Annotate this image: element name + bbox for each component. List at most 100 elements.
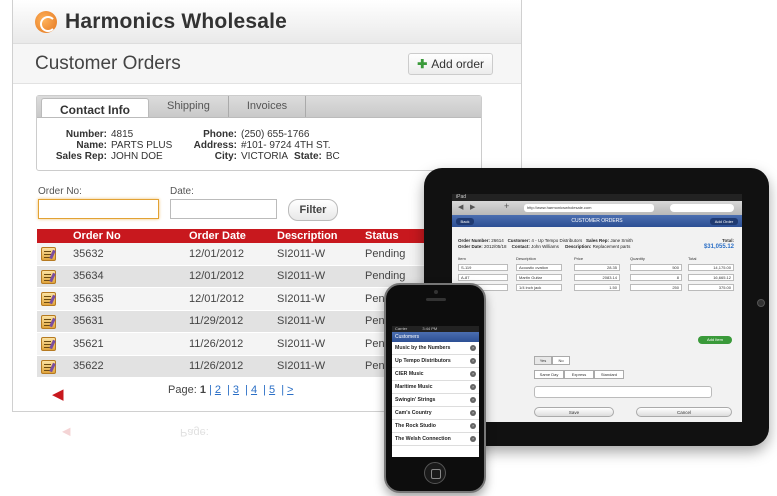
pagination: Page: 1 | 2 | 3 | 4 | 5 | > bbox=[168, 384, 294, 396]
tab-contact-info[interactable]: Contact Info bbox=[41, 98, 149, 117]
order-date: 12/01/2012 bbox=[189, 292, 245, 305]
ipad-search-field[interactable] bbox=[670, 204, 734, 212]
ipad-yes-toggle[interactable]: Yes bbox=[534, 356, 552, 365]
ip-items-header: Item Description Price Quantity Total bbox=[458, 256, 736, 263]
ip-total-amount: $31,055.12 bbox=[703, 244, 734, 250]
back-arrow-icon[interactable]: ◀ bbox=[52, 385, 64, 403]
date-label: Date: bbox=[170, 186, 194, 197]
order-date: 11/29/2012 bbox=[189, 315, 244, 328]
order-date: 12/01/2012 bbox=[189, 247, 245, 260]
ip-order-date: 2012/05/18 bbox=[484, 244, 507, 249]
order-description: SI2011-W bbox=[277, 292, 326, 305]
ip-order-number: 26614 bbox=[491, 238, 504, 243]
edit-order-icon[interactable] bbox=[41, 337, 56, 351]
browser-forward-icon[interactable]: ▶ bbox=[470, 203, 475, 211]
ip-item-code[interactable]: S-119 bbox=[458, 264, 508, 271]
filter-button[interactable]: Filter bbox=[288, 199, 338, 221]
edit-order-icon[interactable] bbox=[41, 247, 56, 261]
header-status: Status bbox=[365, 230, 399, 242]
name-value: PARTS PLUS bbox=[111, 140, 173, 151]
page-label: Page: bbox=[168, 384, 197, 396]
edit-order-icon[interactable] bbox=[41, 359, 56, 374]
table-row[interactable]: 35621 11/26/2012 SI2011-W Penc bbox=[37, 333, 437, 356]
customer-list-item[interactable]: Music by the Numbers › bbox=[392, 342, 479, 355]
ip-item-qty[interactable]: 8 bbox=[630, 274, 682, 281]
browser-add-icon[interactable]: + bbox=[504, 201, 509, 211]
ipad-nav-title: CUSTOMER ORDERS bbox=[571, 218, 623, 224]
page-link-4[interactable]: 4 bbox=[251, 384, 257, 396]
table-row[interactable]: 35634 12/01/2012 SI2011-W Pending bbox=[37, 265, 437, 288]
tab-bar: Contact Info Shipping Invoices bbox=[37, 96, 481, 118]
ipad-url-bar[interactable]: http://www.harmonicswholesale.com bbox=[524, 204, 654, 212]
order-no-label: Order No: bbox=[38, 186, 82, 197]
city-label: City: bbox=[214, 151, 237, 162]
customer-name: Up Tempo Distributors bbox=[395, 358, 451, 364]
page-link-5[interactable]: 5 bbox=[269, 384, 275, 396]
page-link-3[interactable]: 3 bbox=[233, 384, 239, 396]
add-order-label: Add order bbox=[431, 56, 484, 71]
ip-col-total: Total bbox=[688, 256, 697, 261]
customer-name: Cam's Country bbox=[395, 410, 432, 416]
ipad-add-order-button[interactable]: Add Order bbox=[710, 218, 738, 225]
phone-label: Phone: bbox=[203, 129, 237, 140]
ip-item-desc[interactable]: Acoustic ovation bbox=[516, 264, 562, 271]
customer-list-item[interactable]: Swingin' Strings › bbox=[392, 394, 479, 407]
ip-description-label: Description: bbox=[565, 244, 592, 249]
edit-order-icon[interactable] bbox=[41, 292, 56, 306]
ip-salesrep-label: Sales Rep: bbox=[586, 238, 610, 243]
contact-details: Number: 4815 Name: PARTS PLUS Sales Rep: JO… bbox=[47, 129, 340, 162]
customer-list-item[interactable]: Maritime Music › bbox=[392, 381, 479, 394]
date-input[interactable] bbox=[170, 199, 277, 219]
add-order-button[interactable]: ✚ Add order bbox=[408, 52, 493, 75]
customer-list-item[interactable]: The Rock Studio › bbox=[392, 420, 479, 433]
tab-invoices[interactable]: Invoices bbox=[229, 96, 307, 117]
ip-item-qty[interactable]: 250 bbox=[630, 284, 682, 291]
order-description: SI2011-W bbox=[277, 315, 326, 328]
edit-order-icon[interactable] bbox=[41, 269, 56, 284]
ip-item-desc[interactable]: Martin Guitar bbox=[516, 274, 562, 281]
tab-shipping[interactable]: Shipping bbox=[149, 96, 229, 117]
ipad-ship-standard[interactable]: Standard bbox=[594, 370, 624, 379]
ipad-order-total: Total: $31,055.12 bbox=[704, 238, 734, 250]
customer-list-item[interactable]: CIER Music › bbox=[392, 368, 479, 381]
page-title: Customer Orders bbox=[35, 52, 181, 74]
ipad-ship-same-day[interactable]: Same Day bbox=[534, 370, 564, 379]
ip-item-code[interactable]: A-87 bbox=[458, 274, 508, 281]
ipad-browser-toolbar: ◀ ▶ + http://www.harmonicswholesale.com bbox=[452, 201, 742, 215]
ip-customer-label: Customer: bbox=[507, 238, 531, 243]
ip-item-qty[interactable]: 500 bbox=[630, 264, 682, 271]
ip-item-price[interactable]: 1.50 bbox=[574, 284, 620, 291]
table-row[interactable]: 35631 11/29/2012 SI2011-W Pend bbox=[37, 310, 437, 333]
iphone-carrier: Carrier bbox=[395, 326, 408, 331]
iphone-device: Carrier 3:44 PM Customers Music by the N… bbox=[384, 283, 486, 493]
address-label: Address: bbox=[193, 140, 237, 151]
customer-list-item[interactable]: The Welsh Connection › bbox=[392, 433, 479, 446]
ip-item-desc[interactable]: 1/4 inch jack bbox=[516, 284, 562, 291]
ipad-save-button[interactable]: Save bbox=[534, 407, 614, 417]
ipad-add-item-button[interactable]: Add Item bbox=[698, 336, 732, 344]
browser-back-icon[interactable]: ◀ bbox=[458, 203, 463, 211]
ipad-back-button[interactable]: Back bbox=[456, 218, 474, 225]
ipad-home-button bbox=[757, 299, 765, 307]
ipad-ship-express[interactable]: Express bbox=[564, 370, 594, 379]
table-row[interactable]: 35632 12/01/2012 SI2011-W Pending bbox=[37, 243, 437, 266]
reflection-pager: Page: bbox=[180, 426, 209, 438]
customer-list-item[interactable]: Cam's Country › bbox=[392, 407, 479, 420]
order-date: 11/26/2012 bbox=[189, 337, 244, 350]
order-no-input[interactable] bbox=[38, 199, 159, 219]
page-link-next[interactable]: > bbox=[287, 384, 293, 396]
chevron-right-icon: › bbox=[470, 436, 476, 442]
ip-item-price[interactable]: 28.35 bbox=[574, 264, 620, 271]
page-link-2[interactable]: 2 bbox=[215, 384, 221, 396]
ipad-cancel-button[interactable]: Cancel bbox=[636, 407, 732, 417]
ipad-no-toggle[interactable]: No bbox=[552, 356, 570, 365]
table-row[interactable]: 35635 12/01/2012 SI2011-W Pending bbox=[37, 288, 437, 311]
ip-item-price[interactable]: 2083.14 bbox=[574, 274, 620, 281]
reflection-arrow-icon: ◀ bbox=[62, 426, 71, 438]
ipad-notes-field[interactable] bbox=[534, 386, 712, 398]
edit-order-icon[interactable] bbox=[41, 314, 56, 329]
customer-list-item[interactable]: Up Tempo Distributors › bbox=[392, 355, 479, 368]
iphone-home-button[interactable] bbox=[424, 462, 446, 484]
iphone-title-bar: Customers bbox=[392, 332, 479, 342]
table-row[interactable]: 35622 11/26/2012 SI2011-W Pend bbox=[37, 355, 437, 378]
